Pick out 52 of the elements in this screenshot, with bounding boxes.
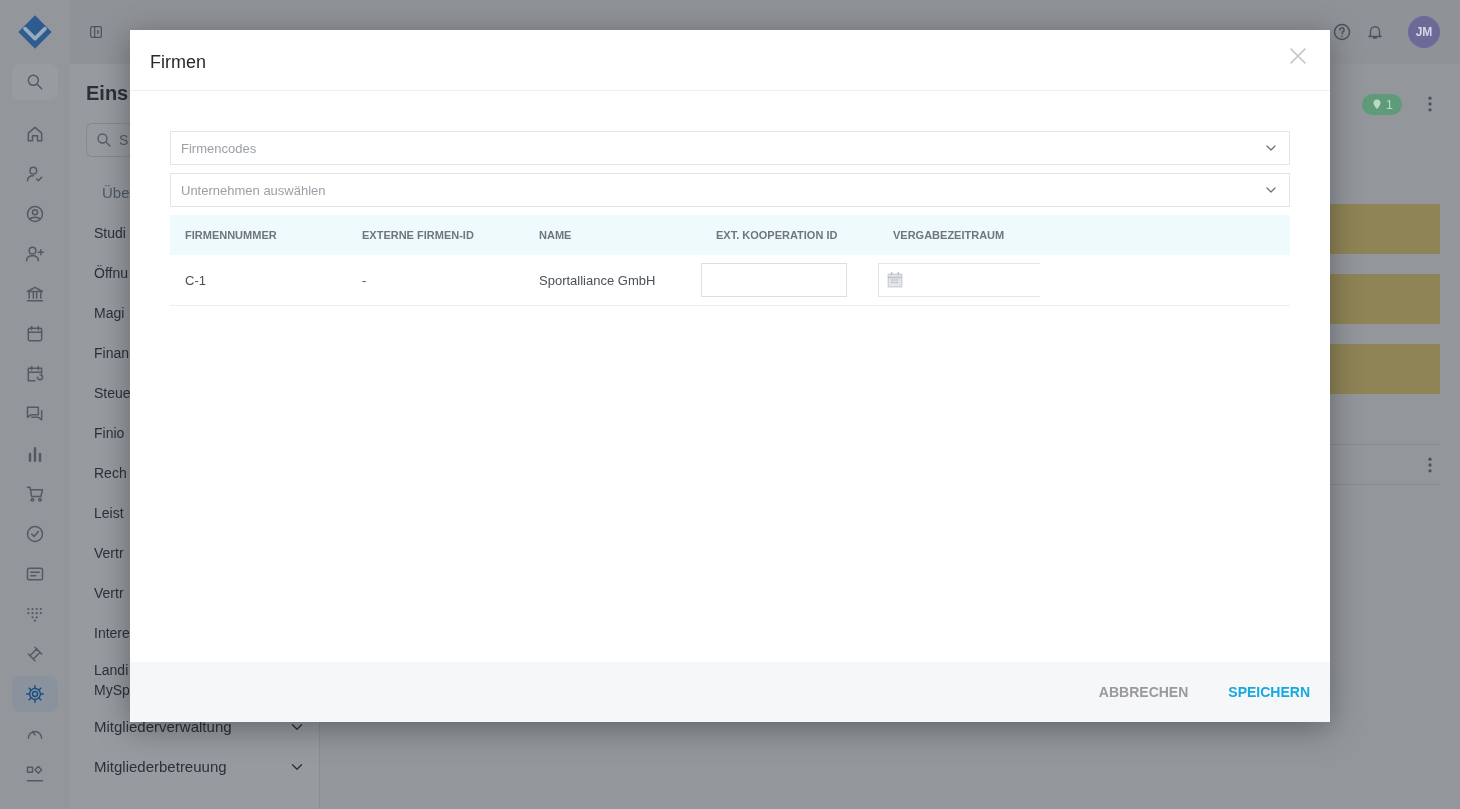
- search-icon: [25, 72, 45, 92]
- chat-icon: [25, 404, 45, 424]
- calendar-icon: [25, 324, 45, 344]
- settings-nav-item[interactable]: Rech: [86, 453, 127, 493]
- table-cell: Sportalliance GmbH: [524, 255, 701, 306]
- help-icon[interactable]: [1332, 22, 1352, 42]
- settings-nav-item[interactable]: Intere: [86, 613, 130, 653]
- date-field[interactable]: [878, 263, 1040, 297]
- column-header: FIRMENNUMMER: [170, 215, 347, 255]
- settings-nav-item[interactable]: Magi: [86, 293, 125, 333]
- rail-button[interactable]: [12, 676, 58, 712]
- sidebar-toggle-icon[interactable]: [88, 24, 104, 40]
- settings-nav-item[interactable]: Mitgliederverwaltung: [86, 707, 319, 747]
- user-avatar[interactable]: JM: [1408, 16, 1440, 48]
- check-circle-icon: [25, 524, 45, 544]
- settings-tab[interactable]: Übe: [102, 184, 130, 202]
- settings-nav-item[interactable]: Landi MySp: [86, 653, 130, 707]
- user-check-icon: [25, 164, 45, 184]
- settings-nav-item[interactable]: Öffnu: [86, 253, 128, 293]
- calendar-icon: [885, 270, 905, 290]
- settings-nav-item[interactable]: Mitgliederbetreuung: [86, 747, 319, 787]
- home-icon: [25, 124, 45, 144]
- rail-button[interactable]: [12, 64, 58, 100]
- bell-icon[interactable]: [1366, 23, 1384, 41]
- bank-icon: [25, 284, 45, 304]
- save-button[interactable]: SPEICHERN: [1216, 674, 1322, 710]
- column-header: EXTERNE FIRMEN-ID: [347, 215, 524, 255]
- settings-nav-item[interactable]: Finio: [86, 413, 125, 453]
- select-field[interactable]: Unternehmen auswählen: [170, 173, 1290, 207]
- column-header: EXT. KOOPERATION ID: [701, 215, 878, 255]
- settings-nav-item[interactable]: Vertr: [86, 573, 124, 613]
- input-field[interactable]: [701, 263, 847, 297]
- dialog-title: Firmen: [150, 51, 206, 73]
- settings-nav-item[interactable]: Finan: [86, 333, 130, 373]
- select-field[interactable]: Firmencodes: [170, 131, 1290, 165]
- settings-icon: [25, 684, 45, 704]
- cancel-button[interactable]: ABBRECHEN: [1086, 674, 1201, 710]
- page-title: Eins: [86, 81, 129, 105]
- user-circle-icon: [25, 204, 45, 224]
- cart-icon: [25, 484, 45, 504]
- table-cell: C-1: [170, 255, 347, 306]
- settings-nav-item[interactable]: Studi: [86, 213, 126, 253]
- user-add-icon: [25, 244, 45, 264]
- column-header: VERGABEZEITRAUM: [878, 215, 1290, 255]
- document-icon: [25, 564, 45, 584]
- settings-nav-item[interactable]: Leist: [86, 493, 124, 533]
- column-header: NAME: [524, 215, 701, 255]
- shapes-icon: [25, 764, 45, 784]
- settings-nav-item[interactable]: Steue: [86, 373, 131, 413]
- table-cell: -: [347, 255, 524, 306]
- search-icon: [95, 131, 113, 149]
- settings-nav-item[interactable]: Vertr: [86, 533, 124, 573]
